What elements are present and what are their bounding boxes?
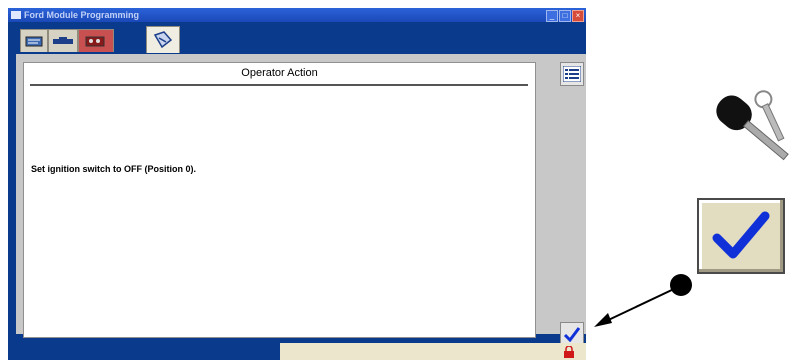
app-window: Ford Module Programming _ □ × Operator A…: [8, 8, 586, 360]
list-icon: [563, 66, 581, 82]
confirm-callout: [697, 198, 785, 274]
checkmark-icon: [563, 327, 581, 342]
programming-tab-icon: [153, 31, 173, 49]
maximize-button[interactable]: □: [559, 10, 571, 22]
operator-action-panel: Operator Action Set ignition switch to O…: [23, 62, 536, 338]
list-button[interactable]: [560, 62, 584, 86]
checkmark-icon: [712, 211, 770, 259]
title-bar: Ford Module Programming _ □ ×: [8, 8, 586, 22]
minimize-button[interactable]: _: [546, 10, 558, 22]
window-icon: [11, 11, 21, 19]
status-bar: [8, 343, 586, 360]
tab-strip: [8, 22, 586, 54]
panel-title: Operator Action: [241, 67, 318, 79]
callout-arrow: [594, 274, 692, 327]
close-button[interactable]: ×: [572, 10, 584, 22]
status-field: [280, 343, 586, 360]
module-icon: [85, 36, 105, 47]
content-area: Operator Action Set ignition switch to O…: [16, 54, 586, 346]
vehicle-info-icon: [25, 36, 43, 47]
ignition-keys-icon: [716, 90, 789, 161]
title-divider: [30, 84, 528, 86]
tab-programming[interactable]: [146, 26, 180, 53]
tab-vehicle-info[interactable]: [20, 29, 48, 52]
tab-toolbox[interactable]: [48, 29, 78, 52]
operator-message: Set ignition switch to OFF (Position 0).: [31, 164, 196, 174]
tab-module[interactable]: [78, 29, 114, 52]
window-title: Ford Module Programming: [24, 10, 140, 20]
lock-icon: [564, 346, 574, 358]
toolbox-icon: [53, 37, 73, 44]
